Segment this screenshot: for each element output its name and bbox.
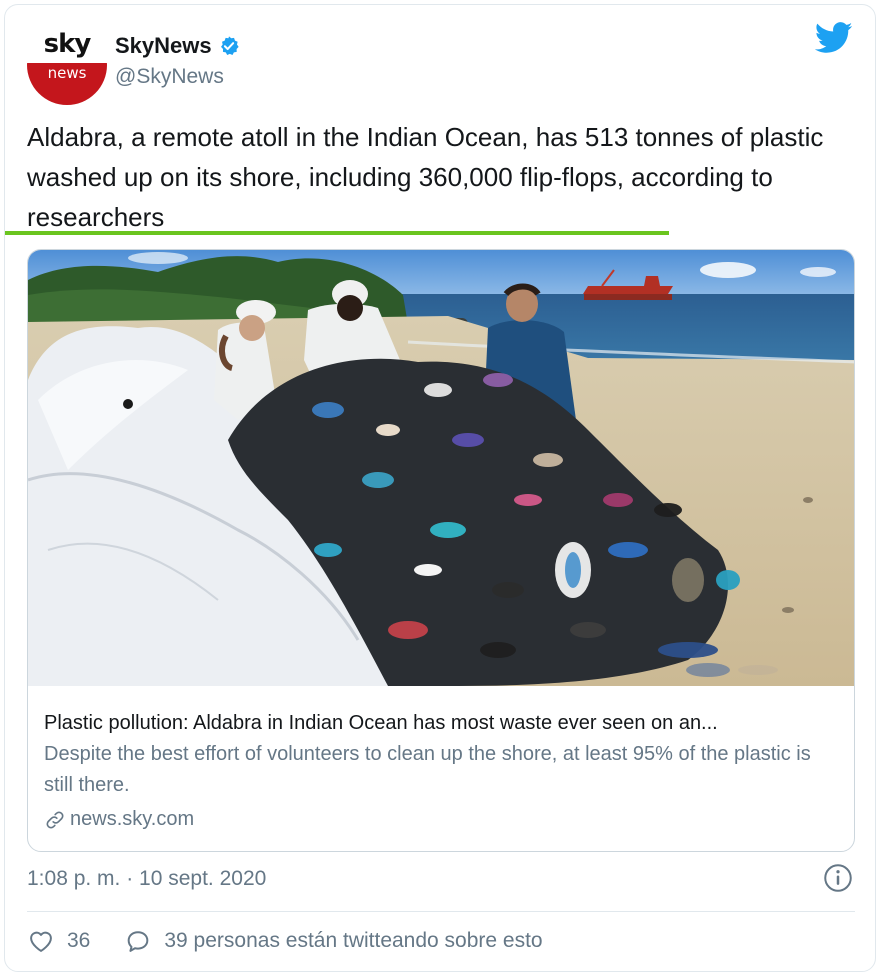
heart-icon — [30, 931, 52, 952]
twitter-bird-icon[interactable] — [815, 21, 853, 55]
avatar-logo-bottom: news — [27, 63, 107, 105]
card-image[interactable] — [28, 250, 854, 686]
card-title[interactable]: Plastic pollution: Aldabra in Indian Oce… — [44, 710, 844, 736]
tweet-actions: 36 39 personas están twitteando sobre es… — [27, 927, 543, 955]
like-button[interactable]: 36 — [27, 927, 90, 955]
speech-bubble-icon — [128, 931, 149, 952]
info-icon[interactable] — [823, 863, 853, 893]
conversation-text: 39 personas están twitteando sobre esto — [164, 929, 543, 952]
handle[interactable]: @SkyNews — [115, 65, 224, 89]
card-description: Despite the best effort of volunteers to… — [44, 743, 811, 796]
link-preview-card[interactable]: Plastic pollution: Aldabra in Indian Oce… — [27, 249, 855, 852]
card-domain-text[interactable]: news.sky.com — [70, 808, 194, 831]
avatar-logo-top: sky — [43, 29, 92, 59]
like-count: 36 — [67, 929, 91, 952]
divider — [27, 911, 855, 912]
highlight-underline — [5, 231, 669, 235]
display-name[interactable]: SkyNews — [115, 33, 212, 59]
link-icon — [46, 811, 64, 828]
tweet-timestamp[interactable]: 1:08 p. m. · 10 sept. 2020 — [27, 867, 266, 891]
avatar[interactable]: sky news — [27, 25, 107, 105]
conversation-button[interactable]: 39 personas están twitteando sobre esto — [124, 927, 543, 955]
card-domain[interactable]: news.sky.com — [44, 808, 194, 831]
name-row: SkyNews — [115, 33, 240, 59]
tweet-text: Aldabra, a remote atoll in the Indian Oc… — [27, 122, 824, 232]
verified-badge-icon — [220, 36, 239, 55]
tweet-card: sky news SkyNews @SkyNews Aldabra, a rem… — [4, 4, 876, 972]
